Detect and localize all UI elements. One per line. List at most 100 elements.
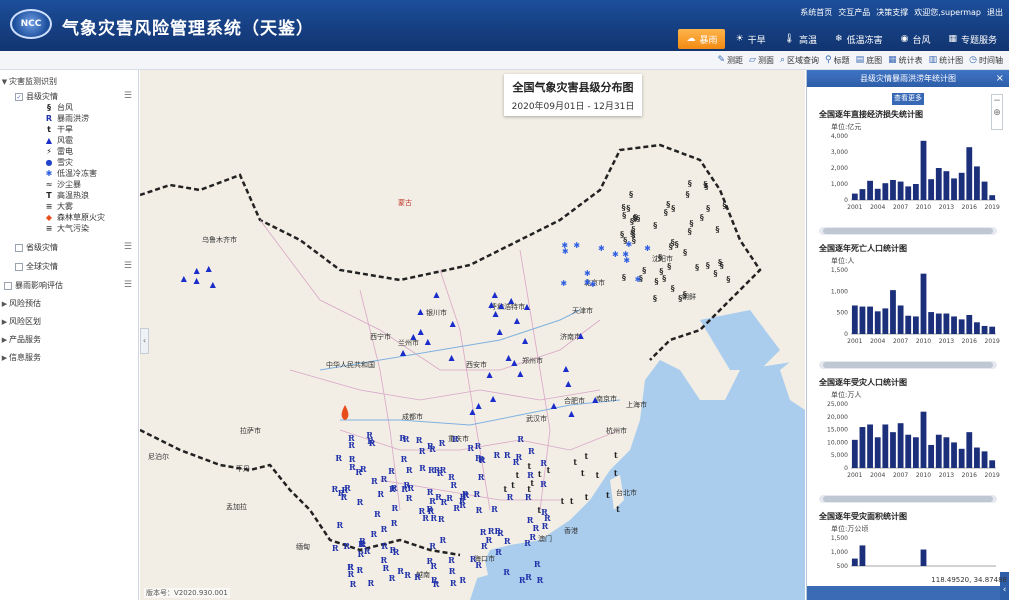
chart-bar[interactable]	[920, 140, 927, 200]
chart-scrollbar[interactable]	[819, 361, 997, 369]
chart-bar[interactable]	[890, 290, 896, 334]
zoom-control[interactable]: − ⊕	[991, 94, 1003, 130]
chart-bar[interactable]	[905, 186, 912, 200]
chart-scrollbar[interactable]	[819, 495, 997, 503]
chart-bar[interactable]	[912, 316, 919, 334]
nav-heat[interactable]: 🌡 高温	[776, 29, 825, 49]
chart-bar[interactable]	[981, 325, 988, 334]
tree-info-service[interactable]: ▶ 信息服务	[0, 352, 138, 363]
tool-stat-table[interactable]: ▦ 统计表	[888, 55, 923, 66]
chart-bar[interactable]	[851, 305, 858, 334]
chart-bar[interactable]	[928, 179, 935, 200]
chart-bar[interactable]	[989, 326, 996, 334]
scrollbar-thumb[interactable]	[823, 228, 993, 234]
chart-bar[interactable]	[882, 424, 889, 468]
link-logout[interactable]: 退出	[987, 7, 1003, 18]
link-interactive[interactable]: 交互产品	[838, 7, 870, 18]
tool-title[interactable]: ⚲ 标题	[825, 55, 850, 66]
chart-bar[interactable]	[928, 444, 935, 468]
nav-typhoon[interactable]: ◉ 台风	[893, 29, 939, 49]
chart-bar[interactable]	[958, 319, 965, 334]
tree-risk-forecast[interactable]: ▶ 风险预估	[0, 298, 138, 309]
chart-bar[interactable]	[874, 437, 881, 468]
chart-scrollbar[interactable]	[819, 227, 997, 235]
chart-bar[interactable]	[920, 411, 927, 468]
menu-icon[interactable]: ☰	[124, 242, 132, 252]
chart-bar[interactable]	[912, 437, 919, 468]
chart-bar[interactable]	[981, 181, 988, 200]
view-more-button[interactable]: 查看更多	[892, 93, 924, 105]
chart-bar[interactable]	[966, 314, 973, 334]
chart-bar[interactable]	[935, 434, 942, 468]
chart-bar[interactable]	[905, 434, 912, 468]
chart-bar[interactable]	[874, 188, 881, 200]
nav-special[interactable]: ▦ 专题服务	[940, 29, 1005, 49]
tree-global-disaster[interactable]: 全球灾情 ☰	[0, 261, 138, 272]
nav-rainstorm[interactable]: ☁ 暴雨	[678, 29, 726, 49]
link-user[interactable]: 欢迎您,supermap	[914, 7, 981, 18]
chart-bar[interactable]	[989, 195, 996, 200]
chart-bar[interactable]	[897, 305, 904, 334]
nav-drought[interactable]: ☀ 干旱	[727, 29, 773, 49]
chart-bar[interactable]	[966, 432, 973, 468]
chart-bar[interactable]	[859, 545, 866, 566]
chart-bar[interactable]	[867, 180, 873, 200]
chart-bar[interactable]	[867, 306, 873, 334]
chart-bar[interactable]	[951, 442, 957, 468]
chart-bar[interactable]	[951, 316, 957, 334]
chart-bar[interactable]	[989, 460, 996, 468]
chart-bar[interactable]	[890, 180, 896, 200]
chart-bar[interactable]	[859, 306, 866, 334]
tool-stat-chart[interactable]: ▥ 统计图	[929, 55, 964, 66]
tree-disaster-monitoring[interactable]: ▼ 灾害监测识别	[0, 76, 138, 87]
chart-bar[interactable]	[974, 447, 980, 468]
chart-bar[interactable]	[943, 171, 950, 200]
chart-bar[interactable]	[958, 172, 965, 200]
chart-bar[interactable]	[935, 313, 942, 334]
tree-impact-assessment[interactable]: 暴雨影响评估 ☰	[0, 280, 138, 291]
checkbox-county[interactable]: ✓	[15, 92, 23, 101]
checkbox-province[interactable]	[15, 243, 23, 252]
tool-measure-area[interactable]: ▱ 测面	[749, 55, 774, 66]
chart-bar[interactable]	[951, 178, 957, 200]
tool-timeline[interactable]: ◷ 时间轴	[969, 55, 1003, 66]
chart-bar[interactable]	[867, 424, 873, 468]
chart-bar[interactable]	[974, 322, 980, 334]
chart-bar[interactable]	[974, 166, 980, 200]
close-icon[interactable]: ×	[996, 70, 1004, 87]
chart-bar[interactable]	[859, 189, 866, 200]
menu-icon[interactable]: ☰	[124, 91, 132, 101]
chart-bar[interactable]	[966, 147, 973, 200]
chart-bar[interactable]	[981, 451, 988, 468]
chart-bar[interactable]	[874, 311, 881, 334]
chart-bar[interactable]	[851, 193, 858, 200]
tree-risk-zoning[interactable]: ▶ 风险区划	[0, 316, 138, 327]
chart-bar[interactable]	[920, 273, 927, 334]
scrollbar-thumb[interactable]	[823, 496, 993, 502]
checkbox-global[interactable]	[15, 262, 23, 271]
tool-basemap[interactable]: ▤ 底图	[856, 55, 883, 66]
chart-bar[interactable]	[897, 181, 904, 200]
chart-bar[interactable]	[905, 315, 912, 334]
scrollbar-thumb[interactable]	[823, 362, 993, 368]
tool-region-query[interactable]: ⌕ 区域查询	[780, 55, 819, 66]
chart-bar[interactable]	[851, 439, 858, 468]
map-view[interactable]: 乌鲁木齐市 蒙古 呼和浩特市 北京市 天津市 沈阳市 朝鲜 银川市 西宁市 兰州市 中华人民共和国西…	[140, 70, 805, 600]
tool-measure-distance[interactable]: ✎ 测距	[717, 55, 743, 66]
menu-icon[interactable]: ☰	[124, 261, 132, 271]
menu-icon[interactable]: ☰	[124, 280, 132, 290]
chart-bar[interactable]	[943, 437, 950, 468]
chart-bar[interactable]	[890, 432, 896, 468]
chart-bar[interactable]	[912, 184, 919, 200]
chart-bar[interactable]	[935, 168, 942, 200]
link-decision[interactable]: 决策支撑	[876, 7, 908, 18]
chart-bar[interactable]	[882, 183, 889, 200]
chart-bar[interactable]	[958, 448, 965, 468]
nav-cold[interactable]: ❄ 低温冻害	[827, 29, 891, 49]
chart-bar[interactable]	[928, 312, 935, 334]
chart-bar[interactable]	[859, 427, 866, 468]
link-home[interactable]: 系统首页	[800, 7, 832, 18]
chart-bar[interactable]	[943, 313, 950, 334]
tree-product-service[interactable]: ▶ 产品服务	[0, 334, 138, 345]
sidebar-collapse-handle[interactable]: ‹	[140, 328, 149, 354]
